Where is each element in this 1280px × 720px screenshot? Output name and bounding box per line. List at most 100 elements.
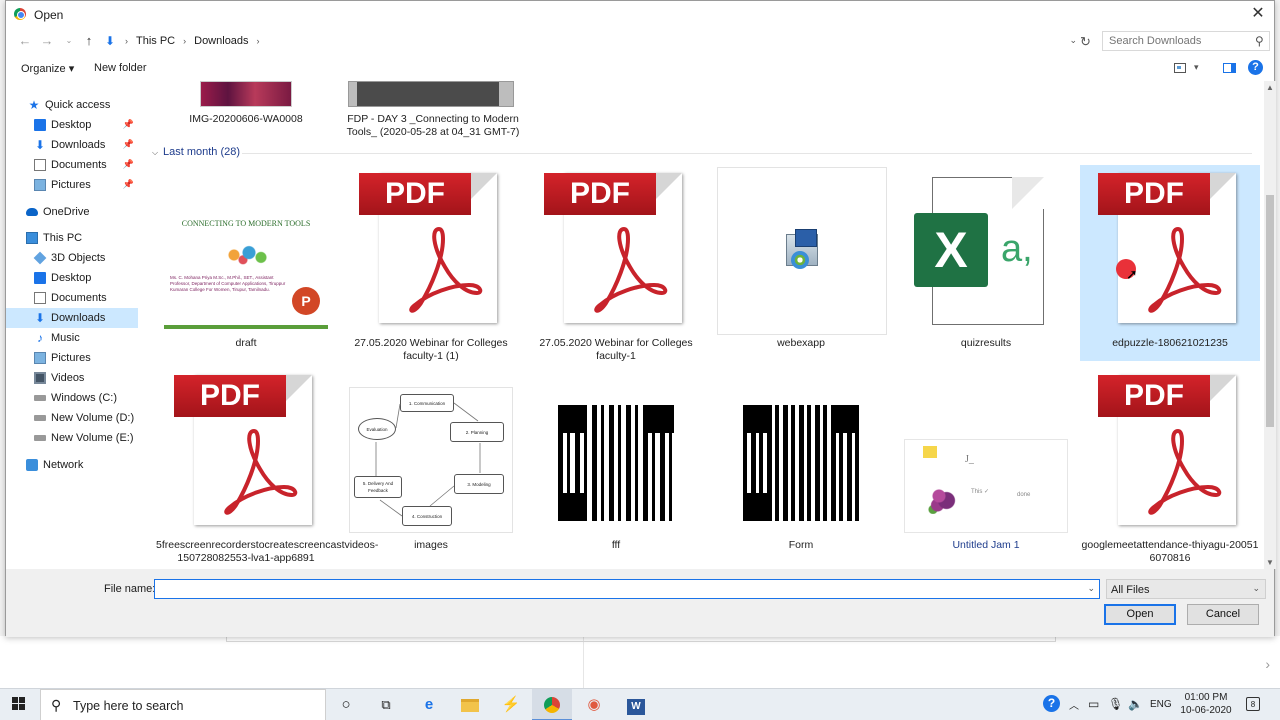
nav-item-documents-pc[interactable]: Documents [6,288,138,308]
up-arrow-icon[interactable]: ↑ [80,33,98,49]
pictures-icon [34,352,46,364]
forward-arrow-icon[interactable]: → [38,33,56,49]
nav-item-music[interactable]: ♪ Music [6,328,138,348]
breadcrumb-this-pc[interactable]: This PC [136,35,175,47]
app-bolt-icon[interactable]: ⚡ [491,689,531,720]
help-icon[interactable]: ? [1248,60,1263,75]
chevron-down-icon[interactable]: ⌄ [1087,583,1095,594]
scroll-up-icon[interactable]: ▲ [1266,83,1274,92]
cortana-icon[interactable]: ○ [326,689,366,720]
nav-label: Downloads [51,139,106,151]
file-tile-webinar-1-1[interactable]: PDF 27.05.2020 Webinar for Colleges facu… [341,165,521,362]
drive-icon [34,435,46,441]
nav-item-windows-c[interactable]: Windows (C:) [6,388,138,408]
nav-item-downloads[interactable]: ⬇ Downloads 📌 [6,135,138,155]
pdf-banner: PDF [1098,173,1210,215]
nav-item-this-pc[interactable]: This PC [6,228,138,248]
chrome-taskbar-icon[interactable] [532,689,572,720]
breadcrumb-downloads[interactable]: Downloads [194,35,248,47]
path-box[interactable]: ⬇ › This PC › Downloads › ⌄ [102,31,1078,51]
chrome-icon [14,8,26,20]
chevron-down-icon[interactable]: ⌵ [152,148,158,158]
nav-item-volume-e[interactable]: New Volume (E:) [6,428,138,448]
separator-icon[interactable]: › [183,36,186,46]
separator-icon[interactable]: › [125,36,128,46]
organize-button[interactable]: Organize ▾ [21,62,74,75]
file-tile-quizresults[interactable]: a, X quizresults [896,165,1076,361]
scrollbar-thumb[interactable] [1266,195,1274,427]
file-tile-form[interactable]: Form [711,367,891,563]
recent-locations-icon[interactable]: ⌄ [60,33,78,49]
nav-item-documents[interactable]: Documents 📌 [6,155,138,175]
task-view-icon[interactable]: ⧉ [366,689,406,720]
back-arrow-icon[interactable]: ← [16,33,34,49]
file-tile-untitled-jam[interactable]: J_ This ✓ done Untitled Jam 1 [896,367,1076,563]
scroll-down-icon[interactable]: ▼ [1266,558,1274,567]
pin-icon: 📌 [122,139,134,149]
search-icon[interactable]: ⚲ [1255,34,1264,48]
view-options-icon[interactable] [1174,63,1186,73]
help-tray-icon[interactable]: ? [1043,695,1060,712]
file-name: 27.05.2020 Webinar for Colleges faculty-… [539,337,693,362]
microphone-icon[interactable]: 🎙 [1108,697,1123,711]
file-explorer-icon[interactable] [450,689,490,720]
file-tile-fff[interactable]: fff [526,367,706,563]
separator-icon[interactable]: › [257,36,260,46]
chevron-down-icon[interactable]: ⌄ [1252,583,1260,594]
documents-icon [34,292,46,304]
file-tile-screenrecorders[interactable]: PDF 5freescreenrecorderstocreatescreenca… [156,367,378,564]
open-button[interactable]: Open [1104,604,1176,625]
file-name-combobox[interactable]: ⌄ [154,579,1100,599]
edge-icon[interactable]: e [409,689,449,720]
file-tile-draft[interactable]: CONNECTING TO MODERN TOOLS Ms. C. Mohana… [156,165,336,361]
file-name-input[interactable] [155,580,1075,598]
nav-item-desktop[interactable]: Desktop 📌 [6,115,138,135]
nav-item-pictures[interactable]: Pictures 📌 [6,175,138,195]
music-icon: ♪ [37,331,43,345]
language-indicator[interactable]: ENG [1150,699,1172,710]
new-folder-button[interactable]: New folder [94,62,147,74]
nav-item-videos[interactable]: Videos [6,368,138,388]
recorder-icon[interactable]: ◉ [574,689,614,720]
nav-item-downloads-pc[interactable]: ⬇ Downloads [6,308,138,328]
word-icon[interactable]: W [616,689,656,720]
file-tile-edpuzzle[interactable]: PDF ➚ edpuzzle-180621021235 [1080,165,1260,361]
file-type-select[interactable]: All Files ⌄ [1106,579,1266,599]
nav-item-network[interactable]: Network [6,455,138,475]
group-header[interactable]: ⌵ Last month (28) [152,145,1252,161]
volume-icon[interactable]: 🔈 [1128,697,1143,711]
taskbar-search-box[interactable]: ⚲ Type here to search [40,689,326,720]
pdf-banner: PDF [359,173,471,215]
vertical-scrollbar[interactable]: ▲ ▼ [1264,81,1276,569]
file-tile[interactable]: IMG-20200606-WA0008 [166,81,326,141]
clock[interactable]: 01:00 PM 10-06-2020 [1176,691,1236,717]
file-tile-googlemeet[interactable]: PDF googlemeetattendance-thiyagu-20051 6… [1080,367,1260,564]
background-card [54,636,584,688]
close-button[interactable]: ✕ [1246,4,1270,26]
pictures-icon [34,179,46,191]
nav-item-onedrive[interactable]: OneDrive [6,202,138,222]
cancel-button[interactable]: Cancel [1187,604,1259,625]
image-thumbnail [200,81,292,107]
preview-pane-icon[interactable] [1223,63,1236,73]
nav-item-3d-objects[interactable]: 3D Objects [6,248,138,268]
acrobat-icon [1148,226,1222,313]
nav-item-quick-access[interactable]: ★ Quick access [6,95,138,115]
file-tile-webexapp[interactable]: webexapp [711,165,891,361]
desktop-icon [34,119,46,131]
file-tile-images[interactable]: 1. Communication 2. Planning 3. Modeling… [341,367,521,563]
notification-icon[interactable]: 8 [1246,697,1260,711]
battery-icon[interactable]: ▭ [1088,697,1099,711]
file-tile-webinar-1[interactable]: PDF 27.05.2020 Webinar for Colleges facu… [526,165,706,362]
chevron-up-icon[interactable]: ︿ [1069,697,1079,712]
windows-start-icon[interactable] [12,697,26,711]
nav-item-pictures-pc[interactable]: Pictures [6,348,138,368]
search-box[interactable]: ⚲ [1102,31,1270,51]
refresh-icon[interactable]: ↻ [1080,34,1091,50]
search-input[interactable] [1109,32,1249,50]
chevron-down-icon[interactable]: ▾ [1194,62,1199,73]
chevron-down-icon[interactable]: ⌄ [1069,35,1077,46]
chevron-right-icon[interactable]: › [1265,656,1270,672]
nav-item-desktop-pc[interactable]: Desktop [6,268,138,288]
nav-item-volume-d[interactable]: New Volume (D:) [6,408,138,428]
